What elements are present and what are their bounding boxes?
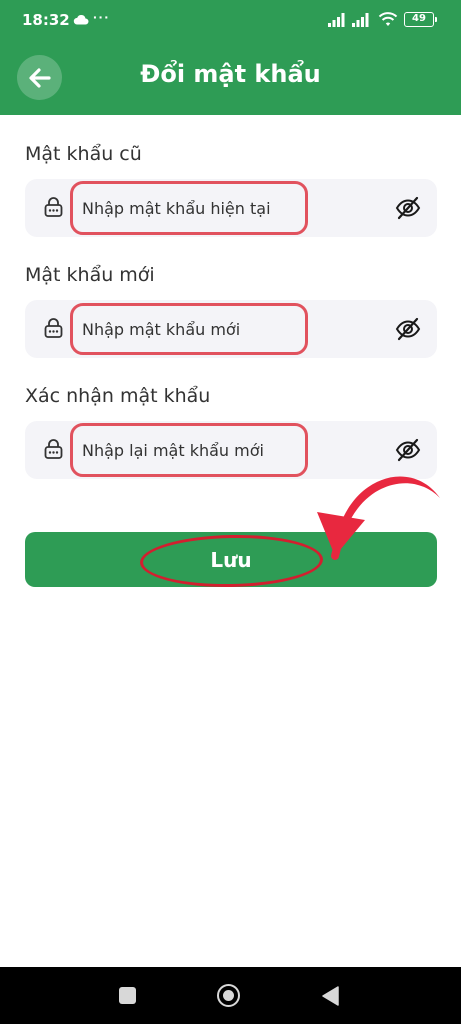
cloud-icon: [73, 12, 89, 30]
system-nav-bar: [0, 967, 461, 1024]
eye-off-icon[interactable]: [395, 437, 421, 468]
wifi-icon: [378, 11, 398, 32]
confirm-password-input[interactable]: [82, 437, 312, 463]
home-button[interactable]: [217, 984, 240, 1007]
change-password-screen: { "status_bar": { "time": "18:32", "dots…: [0, 0, 461, 1024]
new-password-field[interactable]: [25, 300, 437, 358]
signal-icon-2: [352, 13, 372, 32]
old-password-label: Mật khẩu cũ: [25, 143, 142, 165]
new-password-label: Mật khẩu mới: [25, 264, 155, 286]
new-password-input[interactable]: [82, 316, 312, 342]
battery-icon: 49: [404, 12, 437, 27]
back-triangle-icon[interactable]: [321, 986, 339, 1006]
lock-icon: [44, 197, 63, 222]
save-button[interactable]: Lưu: [25, 532, 437, 587]
more-notifications-icon: ···: [93, 9, 110, 25]
old-password-input[interactable]: [82, 195, 312, 221]
status-bar: 18:32 ··· 49: [0, 0, 461, 40]
app-header: 18:32 ··· 49 Đổi mật khẩu: [0, 0, 461, 115]
confirm-password-label: Xác nhận mật khẩu: [25, 385, 211, 407]
confirm-password-field[interactable]: [25, 421, 437, 479]
status-time: 18:32: [22, 11, 70, 29]
eye-off-icon[interactable]: [395, 195, 421, 226]
old-password-field[interactable]: [25, 179, 437, 237]
eye-off-icon[interactable]: [395, 316, 421, 347]
lock-icon: [44, 439, 63, 464]
lock-icon: [44, 318, 63, 343]
signal-icon: [328, 13, 348, 32]
recent-apps-button[interactable]: [119, 987, 136, 1004]
page-title: Đổi mật khẩu: [140, 60, 321, 88]
